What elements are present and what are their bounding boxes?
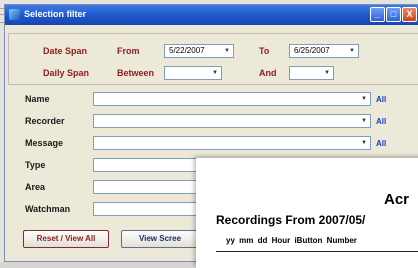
reset-view-all-button[interactable]: Reset / View All xyxy=(23,230,109,248)
message-dropdown[interactable]: ▼ xyxy=(93,136,371,150)
recorder-all-link[interactable]: All xyxy=(376,117,386,126)
report-preview: Acr Recordings From 2007/05/ yy mm dd Ho… xyxy=(196,158,418,268)
and-time-dropdown[interactable]: ▼ xyxy=(289,66,334,80)
message-label: Message xyxy=(25,138,64,148)
to-date-value: 6/25/2007 xyxy=(294,46,330,55)
title-bar[interactable]: Selection filter _ □ X xyxy=(5,5,418,25)
between-label: Between xyxy=(117,68,155,78)
report-company-name: Acr xyxy=(384,191,410,208)
recorder-label: Recorder xyxy=(25,116,65,126)
message-all-link[interactable]: All xyxy=(376,139,386,148)
minimize-button[interactable]: _ xyxy=(370,7,385,22)
from-date-dropdown[interactable]: 5/22/2007 ▼ xyxy=(164,44,234,58)
watchman-label: Watchman xyxy=(25,204,71,214)
report-divider xyxy=(216,251,418,252)
chevron-down-icon[interactable]: ▼ xyxy=(222,46,232,56)
window-title: Selection filter xyxy=(24,9,87,19)
type-label: Type xyxy=(25,160,46,170)
from-date-value: 5/22/2007 xyxy=(169,46,205,55)
between-time-dropdown[interactable]: ▼ xyxy=(164,66,222,80)
maximize-button[interactable]: □ xyxy=(386,7,401,22)
chevron-down-icon[interactable]: ▼ xyxy=(347,46,357,56)
chevron-down-icon[interactable]: ▼ xyxy=(359,138,369,148)
chevron-down-icon[interactable]: ▼ xyxy=(210,68,220,78)
app-icon xyxy=(9,9,20,20)
daily-span-label: Daily Span xyxy=(43,68,90,78)
recorder-dropdown[interactable]: ▼ xyxy=(93,114,371,128)
chevron-down-icon[interactable]: ▼ xyxy=(359,116,369,126)
to-date-dropdown[interactable]: 6/25/2007 ▼ xyxy=(289,44,359,58)
date-filter-box: Date Span From 5/22/2007 ▼ To 6/25/2007 … xyxy=(8,33,418,85)
report-column-headers: yy mm dd Hour iButton Number xyxy=(226,236,357,245)
chevron-down-icon[interactable]: ▼ xyxy=(322,68,332,78)
report-heading: Recordings From 2007/05/ xyxy=(216,213,366,227)
view-screen-button[interactable]: View Scree xyxy=(121,230,199,248)
name-label: Name xyxy=(25,94,50,104)
area-label: Area xyxy=(25,182,46,192)
and-label: And xyxy=(259,68,277,78)
to-label: To xyxy=(259,46,270,56)
close-button[interactable]: X xyxy=(402,7,417,22)
date-span-label: Date Span xyxy=(43,46,88,56)
from-label: From xyxy=(117,46,140,56)
chevron-down-icon[interactable]: ▼ xyxy=(359,94,369,104)
name-all-link[interactable]: All xyxy=(376,95,386,104)
name-dropdown[interactable]: ▼ xyxy=(93,92,371,106)
